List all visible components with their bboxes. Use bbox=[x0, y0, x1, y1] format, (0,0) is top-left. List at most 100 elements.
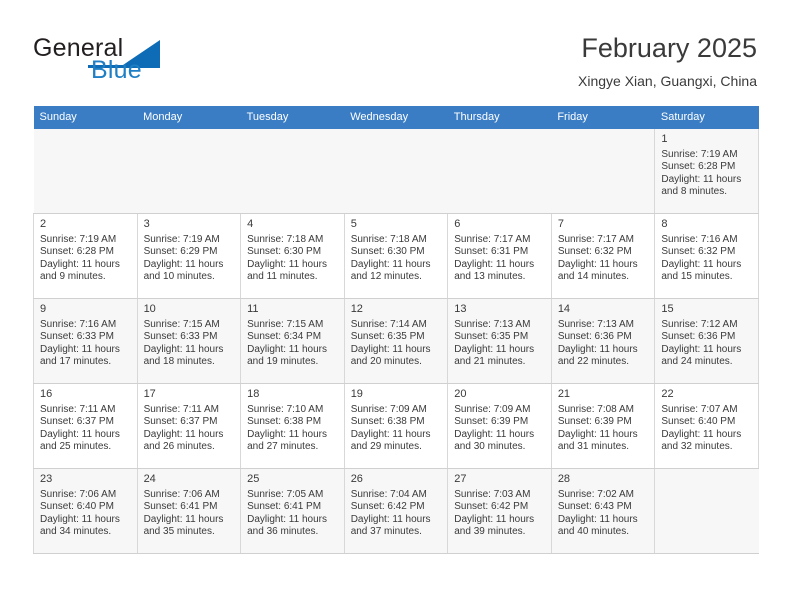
calendar-day-cell[interactable]: 11 Sunrise: 7:15 AM Sunset: 6:34 PM Dayligh… bbox=[240, 298, 345, 384]
calendar-day-cell[interactable]: 15 Sunrise: 7:12 AM Sunset: 6:36 PM Dayligh… bbox=[654, 298, 759, 384]
sunrise-text: Sunrise: 7:08 AM bbox=[557, 404, 634, 415]
sunset-text: Sunset: 6:30 PM bbox=[247, 246, 322, 258]
daylight-text-line1: Daylight: 11 hours bbox=[143, 343, 224, 355]
calendar-day-cell[interactable]: 20 Sunrise: 7:09 AM Sunset: 6:39 PM Dayligh… bbox=[447, 383, 552, 469]
weekday-header-wednesday: Wednesday bbox=[344, 106, 448, 129]
calendar-day-cell[interactable]: 10 Sunrise: 7:15 AM Sunset: 6:33 PM Dayligh… bbox=[136, 298, 242, 384]
sunset-text: Sunset: 6:31 PM bbox=[454, 246, 529, 258]
calendar-day-cell[interactable]: 24 Sunrise: 7:06 AM Sunset: 6:41 PM Dayligh… bbox=[136, 468, 242, 554]
daylight-text-line2: and 22 minutes. bbox=[557, 356, 629, 368]
daylight-text-line1: Daylight: 11 hours bbox=[247, 428, 327, 440]
daylight-text-line2: and 20 minutes. bbox=[350, 356, 422, 368]
calendar-day-cell[interactable]: 26 Sunrise: 7:04 AM Sunset: 6:42 PM Dayligh… bbox=[343, 468, 449, 554]
calendar-day-cell[interactable]: 7 Sunrise: 7:17 AM Sunset: 6:32 PM Daylight… bbox=[550, 213, 656, 299]
sunrise-text: Sunrise: 7:14 AM bbox=[350, 319, 427, 330]
calendar-day-cell[interactable]: 2 Sunrise: 7:19 AM Sunset: 6:28 PM Daylight… bbox=[33, 213, 138, 299]
day-cell-content: 7 Sunrise: 7:17 AM Sunset: 6:32 PM Daylight… bbox=[552, 214, 655, 284]
daylight-text-line1: Daylight: 11 hours bbox=[40, 258, 120, 270]
day-number: 26 bbox=[350, 473, 363, 485]
daylight-text-line1: Daylight: 11 hours bbox=[661, 343, 742, 355]
day-cell-content: 5 Sunrise: 7:18 AM Sunset: 6:30 PM Daylight… bbox=[345, 214, 448, 284]
calendar-day-cell[interactable]: 1 Sunrise: 7:19 AM Sunset: 6:28 PM Daylight… bbox=[654, 129, 759, 214]
daylight-text-line1: Daylight: 11 hours bbox=[454, 343, 535, 355]
sunset-text: Sunset: 6:41 PM bbox=[247, 501, 322, 513]
sunset-text: Sunset: 6:41 PM bbox=[143, 501, 218, 513]
sunset-text: Sunset: 6:42 PM bbox=[454, 501, 529, 513]
daylight-text-line2: and 10 minutes. bbox=[143, 271, 215, 283]
sunrise-text: Sunrise: 7:02 AM bbox=[557, 489, 634, 500]
day-number: 9 bbox=[40, 303, 47, 315]
calendar-day-cell[interactable]: 23 Sunrise: 7:06 AM Sunset: 6:40 PM Dayligh… bbox=[33, 468, 138, 554]
day-number: 7 bbox=[557, 218, 564, 230]
daylight-text-line1: Daylight: 11 hours bbox=[350, 343, 431, 355]
calendar-day-cell[interactable]: 27 Sunrise: 7:03 AM Sunset: 6:42 PM Dayligh… bbox=[447, 468, 552, 554]
title-block: February 2025 Xingye Xian, Guangxi, Chin… bbox=[578, 32, 757, 89]
sunset-text: Sunset: 6:30 PM bbox=[350, 246, 425, 258]
calendar-day-cell[interactable]: 12 Sunrise: 7:14 AM Sunset: 6:35 PM Dayligh… bbox=[343, 298, 449, 384]
day-number: 11 bbox=[247, 303, 259, 315]
daylight-text-line2: and 30 minutes. bbox=[454, 441, 526, 453]
sunrise-text: Sunrise: 7:11 AM bbox=[143, 404, 219, 415]
sunset-text: Sunset: 6:35 PM bbox=[454, 331, 529, 343]
calendar-day-cell[interactable]: 4 Sunrise: 7:18 AM Sunset: 6:30 PM Daylight… bbox=[240, 213, 345, 299]
day-number: 2 bbox=[40, 218, 47, 230]
sunset-text: Sunset: 6:38 PM bbox=[350, 416, 425, 428]
day-cell-content: 18 Sunrise: 7:10 AM Sunset: 6:38 PM Dayligh… bbox=[241, 384, 344, 454]
sunrise-text: Sunrise: 7:18 AM bbox=[350, 234, 427, 245]
calendar-day-cell[interactable]: 21 Sunrise: 7:08 AM Sunset: 6:39 PM Dayligh… bbox=[550, 383, 656, 469]
daylight-text-line2: and 37 minutes. bbox=[350, 526, 422, 538]
day-cell-content: 15 Sunrise: 7:12 AM Sunset: 6:36 PM Dayligh… bbox=[655, 299, 758, 369]
sunrise-text: Sunrise: 7:09 AM bbox=[454, 404, 531, 415]
day-cell-content: 24 Sunrise: 7:06 AM Sunset: 6:41 PM Dayligh… bbox=[138, 469, 241, 539]
calendar-day-cell[interactable]: 9 Sunrise: 7:16 AM Sunset: 6:33 PM Daylight… bbox=[33, 298, 138, 384]
sunset-text: Sunset: 6:32 PM bbox=[661, 246, 736, 258]
calendar-day-cell[interactable]: 5 Sunrise: 7:18 AM Sunset: 6:30 PM Daylight… bbox=[343, 213, 449, 299]
calendar-day-cell[interactable]: 14 Sunrise: 7:13 AM Sunset: 6:36 PM Dayligh… bbox=[550, 298, 656, 384]
sunset-text: Sunset: 6:36 PM bbox=[557, 331, 632, 343]
sunrise-text: Sunrise: 7:12 AM bbox=[661, 319, 738, 330]
day-cell-content: 21 Sunrise: 7:08 AM Sunset: 6:39 PM Dayligh… bbox=[552, 384, 655, 454]
day-number: 25 bbox=[247, 473, 260, 485]
sunrise-text: Sunrise: 7:06 AM bbox=[40, 489, 117, 500]
sunrise-text: Sunrise: 7:15 AM bbox=[143, 319, 220, 330]
weekday-header-tuesday: Tuesday bbox=[240, 106, 345, 129]
calendar-day-cell[interactable]: 17 Sunrise: 7:11 AM Sunset: 6:37 PM Dayligh… bbox=[136, 383, 242, 469]
calendar-day-cell[interactable]: 13 Sunrise: 7:13 AM Sunset: 6:35 PM Dayligh… bbox=[447, 298, 552, 384]
daylight-text-line1: Daylight: 11 hours bbox=[247, 258, 327, 270]
daylight-text-line1: Daylight: 11 hours bbox=[661, 428, 742, 440]
daylight-text-line2: and 15 minutes. bbox=[661, 271, 733, 283]
daylight-text-line1: Daylight: 11 hours bbox=[454, 428, 535, 440]
day-number: 16 bbox=[40, 388, 53, 400]
day-cell-content: 11 Sunrise: 7:15 AM Sunset: 6:34 PM Dayligh… bbox=[241, 299, 344, 369]
daylight-text-line2: and 19 minutes. bbox=[247, 356, 319, 368]
day-number: 17 bbox=[143, 388, 156, 400]
brand-logo[interactable]: General Blue bbox=[33, 34, 233, 90]
day-number: 22 bbox=[661, 388, 674, 400]
calendar-week-row: 16 Sunrise: 7:11 AM Sunset: 6:37 PM Dayligh… bbox=[33, 383, 759, 469]
calendar-day-cell[interactable]: 3 Sunrise: 7:19 AM Sunset: 6:29 PM Daylight… bbox=[136, 213, 242, 299]
calendar-day-cell[interactable]: 28 Sunrise: 7:02 AM Sunset: 6:43 PM Dayligh… bbox=[550, 468, 656, 554]
calendar-week-row: 23 Sunrise: 7:06 AM Sunset: 6:40 PM Dayligh… bbox=[33, 468, 759, 554]
sunset-text: Sunset: 6:39 PM bbox=[454, 416, 529, 428]
daylight-text-line2: and 36 minutes. bbox=[247, 526, 319, 538]
calendar-day-cell[interactable]: 19 Sunrise: 7:09 AM Sunset: 6:38 PM Dayligh… bbox=[343, 383, 449, 469]
day-cell-content: 6 Sunrise: 7:17 AM Sunset: 6:31 PM Daylight… bbox=[448, 214, 551, 284]
calendar-day-cell[interactable]: 22 Sunrise: 7:07 AM Sunset: 6:40 PM Dayligh… bbox=[654, 383, 759, 469]
calendar-day-cell[interactable]: 18 Sunrise: 7:10 AM Sunset: 6:38 PM Dayligh… bbox=[240, 383, 345, 469]
day-cell-content: 12 Sunrise: 7:14 AM Sunset: 6:35 PM Dayligh… bbox=[345, 299, 448, 369]
day-cell-content: 14 Sunrise: 7:13 AM Sunset: 6:36 PM Dayligh… bbox=[552, 299, 655, 369]
daylight-text-line2: and 8 minutes. bbox=[661, 186, 727, 198]
calendar-day-cell[interactable]: 16 Sunrise: 7:11 AM Sunset: 6:37 PM Dayligh… bbox=[33, 383, 138, 469]
day-cell-content: 25 Sunrise: 7:05 AM Sunset: 6:41 PM Dayligh… bbox=[241, 469, 344, 539]
day-cell-content: 1 Sunrise: 7:19 AM Sunset: 6:28 PM Daylight… bbox=[655, 129, 758, 199]
calendar-day-cell[interactable]: 25 Sunrise: 7:05 AM Sunset: 6:41 PM Dayligh… bbox=[240, 468, 345, 554]
sunrise-text: Sunrise: 7:06 AM bbox=[143, 489, 220, 500]
calendar-day-cell[interactable]: 8 Sunrise: 7:16 AM Sunset: 6:32 PM Daylight… bbox=[654, 213, 759, 299]
page-title: February 2025 bbox=[581, 33, 757, 63]
day-number: 10 bbox=[143, 303, 156, 315]
calendar-day-cell[interactable]: 6 Sunrise: 7:17 AM Sunset: 6:31 PM Daylight… bbox=[447, 213, 552, 299]
sunset-text: Sunset: 6:33 PM bbox=[143, 331, 218, 343]
day-cell-content: 4 Sunrise: 7:18 AM Sunset: 6:30 PM Daylight… bbox=[241, 214, 344, 284]
day-number: 24 bbox=[143, 473, 156, 485]
sunrise-text: Sunrise: 7:17 AM bbox=[557, 234, 634, 245]
